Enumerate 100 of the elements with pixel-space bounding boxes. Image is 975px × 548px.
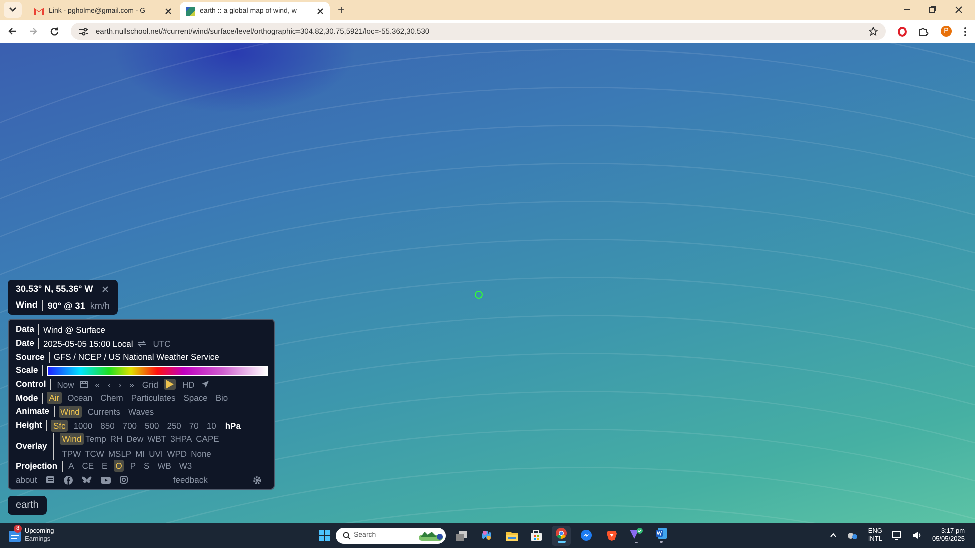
close-icon[interactable] — [102, 286, 110, 292]
menu-option[interactable]: HD — [180, 378, 197, 391]
play-button[interactable] — [164, 379, 176, 390]
cloud-icon[interactable] — [847, 532, 858, 540]
v-check-icon[interactable] — [630, 528, 643, 540]
display-icon[interactable] — [892, 531, 902, 540]
document-w-icon[interactable] — [656, 528, 667, 540]
menu-option[interactable]: Dew — [124, 432, 146, 444]
menu-option[interactable]: Wind — [60, 432, 84, 444]
back-arrow-icon[interactable] — [8, 27, 17, 36]
menu-option[interactable]: 1000 — [72, 420, 95, 432]
menu-option[interactable]: CAPE — [194, 432, 222, 444]
menu-option[interactable]: MI — [134, 448, 148, 460]
menu-option[interactable]: WPD — [165, 448, 190, 460]
start-icon[interactable] — [319, 530, 330, 541]
menu-option[interactable]: Now — [55, 378, 76, 391]
close-icon[interactable] — [317, 8, 324, 14]
star-icon[interactable] — [869, 27, 878, 36]
menu-option[interactable]: Waves — [126, 406, 156, 418]
menu-option[interactable]: 500 — [143, 420, 162, 432]
menu-option[interactable]: S — [142, 460, 152, 472]
menu-option[interactable]: O — [114, 460, 124, 472]
swap-arrows-icon[interactable] — [137, 340, 148, 348]
folder-icon[interactable] — [506, 530, 518, 540]
menu-option[interactable]: W3 — [177, 460, 194, 472]
menu-option[interactable]: Chem — [98, 392, 126, 404]
row-label: Animate — [16, 406, 55, 418]
menu-option[interactable]: None — [189, 448, 214, 460]
chevron-down-icon[interactable] — [9, 7, 17, 13]
menu-option[interactable]: WB — [156, 460, 174, 472]
search-icon — [343, 532, 351, 540]
menu-option[interactable]: RH — [108, 432, 125, 444]
row-label: Height — [16, 420, 48, 432]
landscape-illustration-icon — [419, 530, 443, 540]
navigation-arrow-icon[interactable] — [200, 380, 210, 390]
more-menu-icon[interactable] — [964, 26, 967, 36]
chevron-up-icon[interactable] — [830, 533, 838, 538]
menu-option[interactable]: 10 — [204, 420, 218, 432]
menu-option[interactable]: 700 — [120, 420, 140, 432]
menu-option[interactable]: Sfc — [51, 420, 68, 432]
feedback-link[interactable]: feedback — [173, 475, 208, 486]
menu-option[interactable]: E — [100, 460, 110, 472]
ring-logo-icon[interactable] — [898, 26, 907, 36]
field-value: GFS / NCEP / US National Weather Service — [54, 352, 220, 362]
restore-icon[interactable] — [929, 6, 937, 14]
menu-option[interactable]: Bio — [214, 392, 230, 404]
menu-option[interactable]: 850 — [98, 420, 117, 432]
menu-option[interactable]: Space — [182, 392, 210, 404]
settings-icon[interactable] — [253, 476, 262, 485]
menu-option[interactable]: Grid — [140, 378, 160, 391]
chat-bubble-icon[interactable] — [581, 530, 592, 541]
swirl-logo-icon[interactable] — [481, 530, 492, 541]
menu-option[interactable]: MSLP — [106, 448, 134, 460]
menu-option[interactable]: TPW — [60, 448, 84, 460]
menu-option[interactable]: Air — [47, 392, 62, 404]
wind-reading: 90° @ 31 — [48, 300, 86, 310]
menu-option[interactable]: CE — [80, 460, 96, 472]
new-tab-button[interactable]: + — [332, 3, 352, 17]
menu-option[interactable]: Ocean — [66, 392, 95, 404]
map-thumbnail-icon — [186, 6, 195, 16]
unit-label: hPa — [225, 420, 241, 431]
calendar-icon[interactable] — [80, 380, 90, 390]
shopping-bag-icon[interactable] — [531, 530, 542, 541]
site-settings-icon[interactable] — [79, 28, 88, 36]
close-icon[interactable] — [955, 6, 963, 14]
row-label: Overlay — [16, 440, 48, 452]
menu-option[interactable]: 250 — [165, 420, 184, 432]
lion-shield-icon[interactable] — [606, 530, 616, 541]
menu-option[interactable]: WBT — [146, 432, 169, 444]
menu-option[interactable]: Wind — [58, 406, 82, 418]
video-play-icon[interactable] — [101, 476, 112, 484]
close-icon[interactable] — [165, 8, 172, 14]
reload-icon[interactable] — [50, 27, 59, 36]
menu-option[interactable]: Temp — [84, 432, 108, 444]
menu-option[interactable]: 70 — [187, 420, 201, 432]
widget-icon[interactable] — [9, 529, 21, 542]
wind-map[interactable] — [0, 43, 975, 523]
puzzle-piece-icon[interactable] — [919, 26, 929, 36]
butterfly-icon[interactable] — [82, 476, 92, 484]
menu-option[interactable]: ‹ — [106, 378, 113, 391]
speaker-icon[interactable] — [912, 531, 922, 540]
menu-option[interactable]: P — [128, 460, 138, 472]
menu-option[interactable]: 3HPA — [168, 432, 194, 444]
menu-option[interactable]: « — [93, 378, 102, 391]
browser-logo-icon[interactable] — [556, 528, 567, 540]
earth-menu-button[interactable]: earth — [8, 496, 47, 515]
menu-option[interactable]: UVI — [147, 448, 166, 460]
menu-option[interactable]: › — [116, 378, 124, 391]
menu-option[interactable]: Currents — [86, 406, 123, 418]
about-link[interactable]: about — [16, 475, 38, 486]
newspaper-icon[interactable] — [46, 476, 56, 484]
row-label: Data — [16, 324, 40, 336]
menu-option[interactable]: A — [66, 460, 76, 472]
menu-option[interactable]: » — [128, 378, 136, 391]
facebook-icon[interactable] — [64, 476, 74, 485]
menu-option[interactable]: UTC — [151, 338, 173, 350]
task-view-icon[interactable] — [456, 530, 467, 540]
menu-option[interactable]: Particulates — [129, 392, 178, 404]
menu-option[interactable]: TCW — [83, 448, 106, 460]
camera-icon[interactable] — [120, 476, 128, 484]
